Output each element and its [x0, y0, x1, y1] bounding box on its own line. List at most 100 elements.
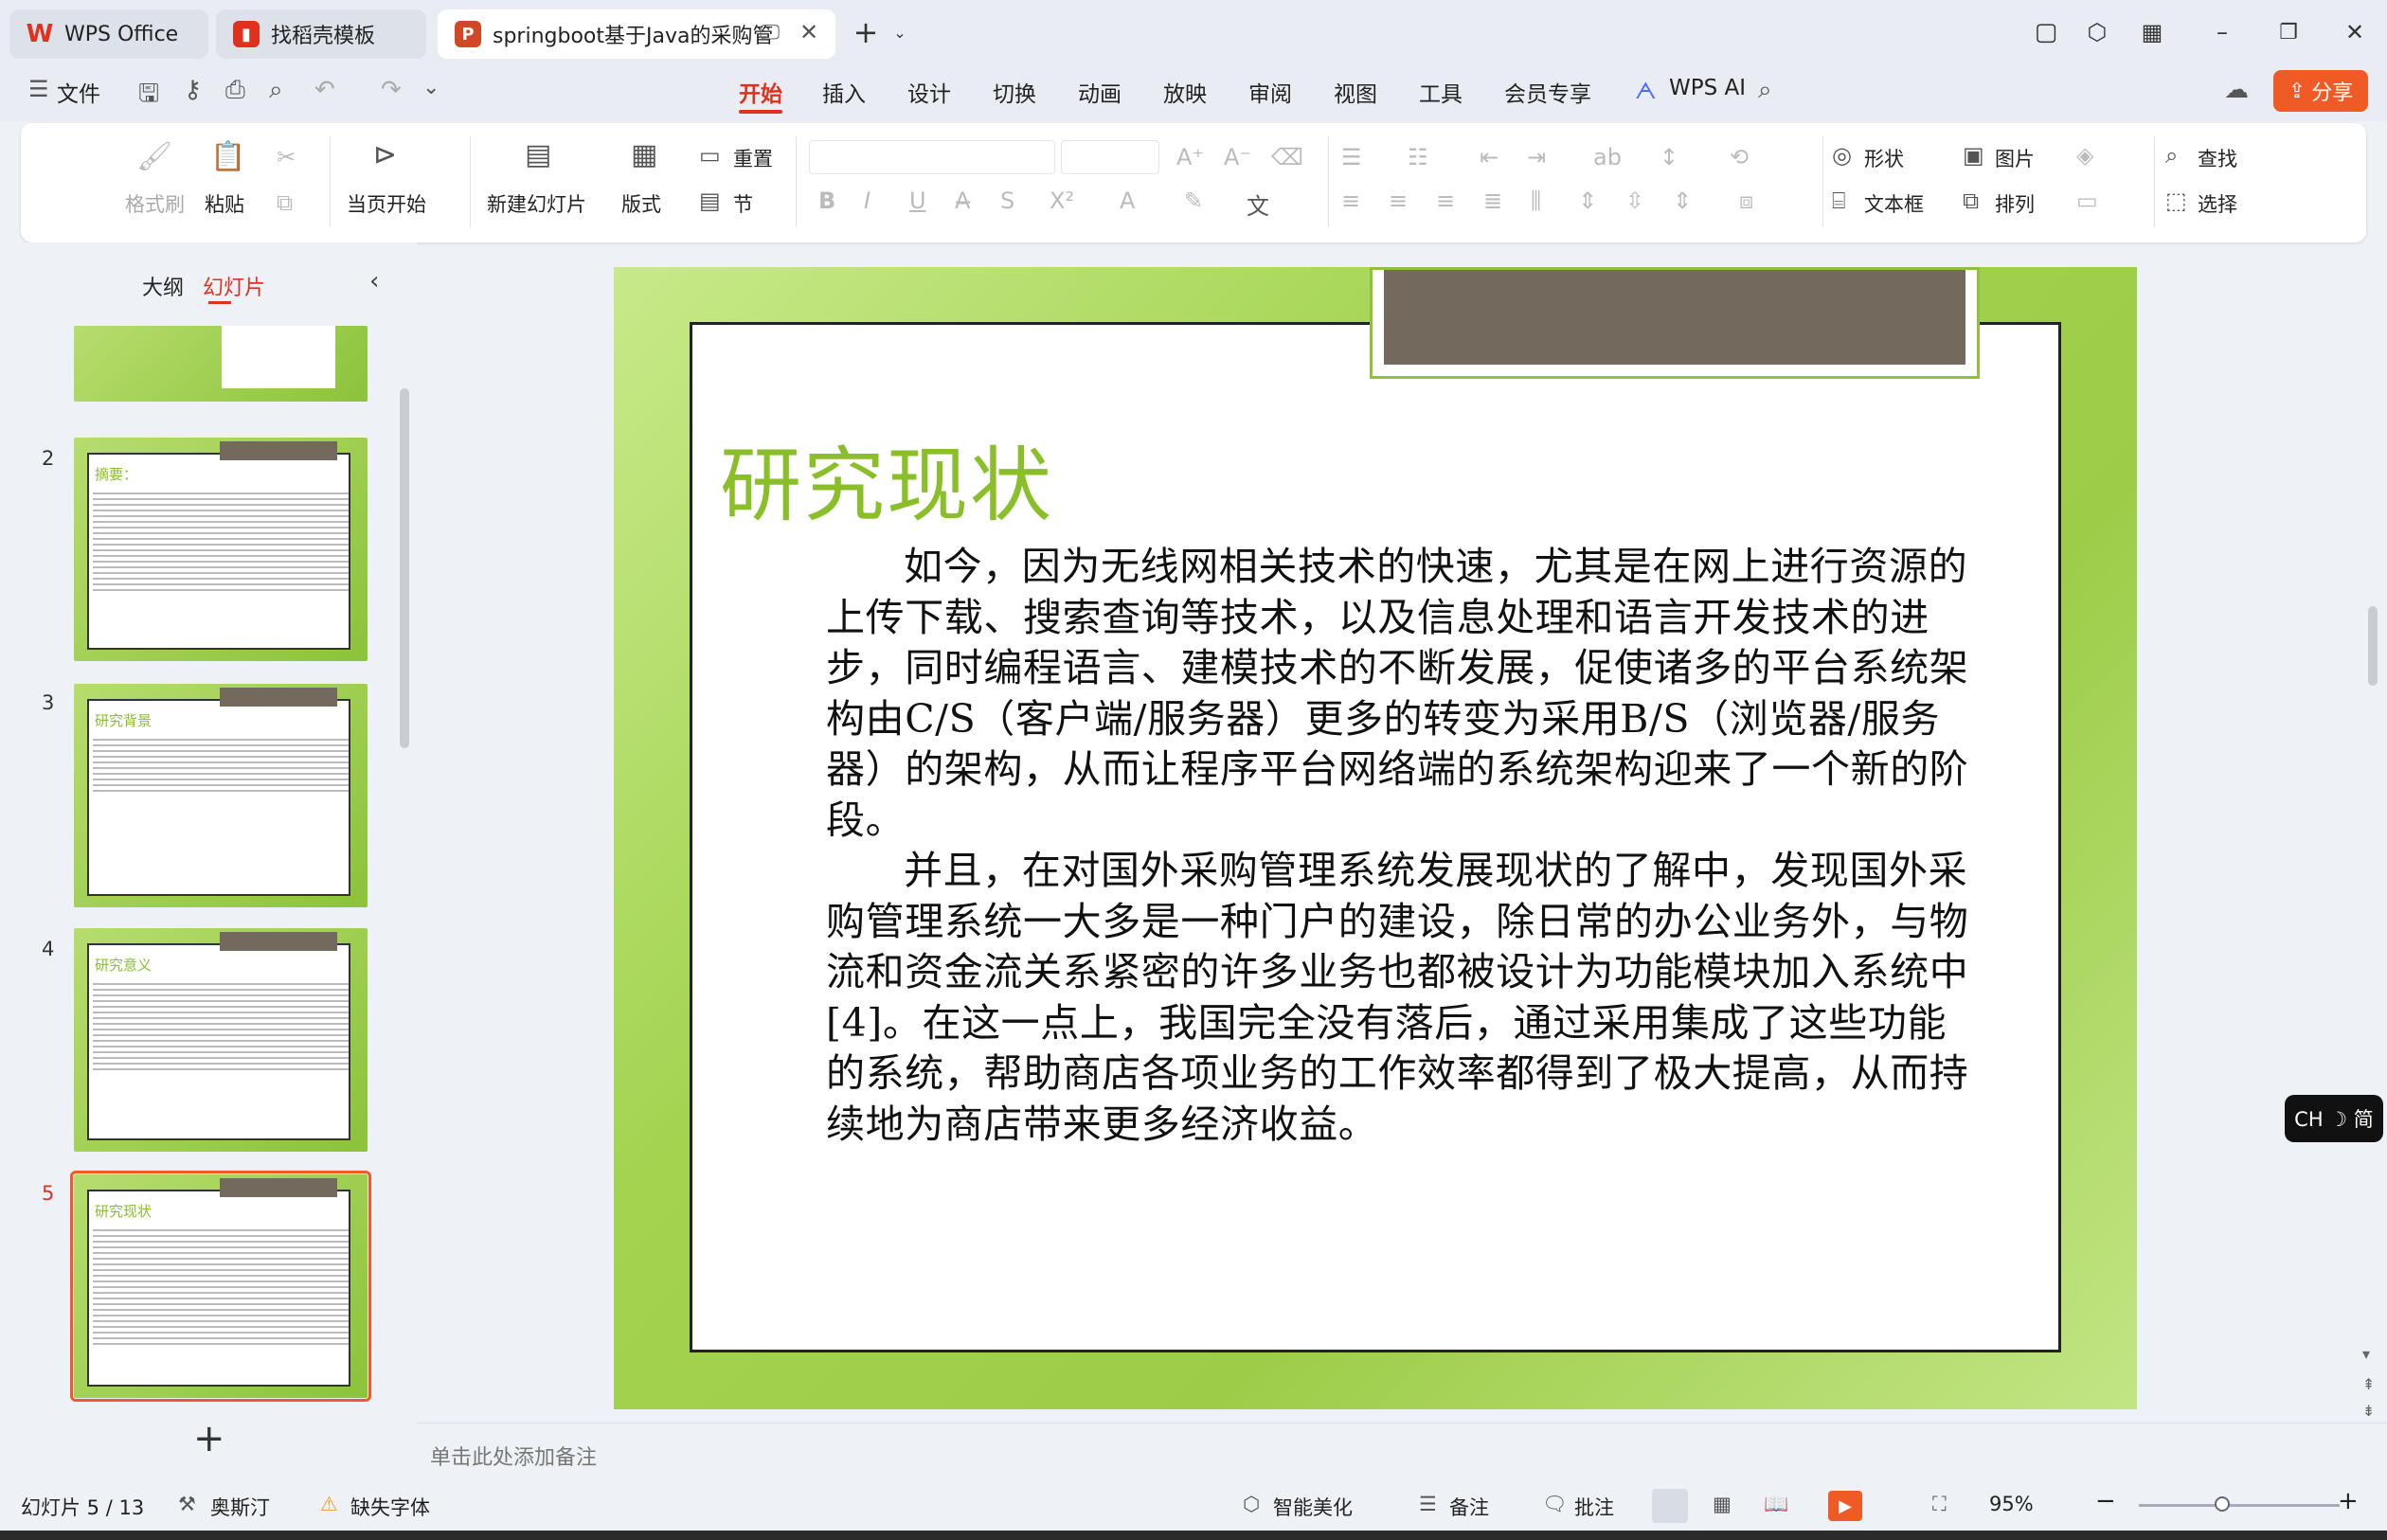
column-icon[interactable]: ⧈: [1739, 188, 1753, 214]
zoom-slider-handle[interactable]: [2215, 1496, 2230, 1512]
more-chevron-icon[interactable]: ⌄: [422, 76, 440, 99]
paste-button[interactable]: 粘贴: [205, 189, 244, 218]
layout-button[interactable]: 版式: [621, 189, 661, 218]
sorter-view-icon[interactable]: ▦: [1713, 1493, 1732, 1515]
picture-button[interactable]: 图片: [1995, 144, 2035, 172]
superscript-icon[interactable]: X²: [1050, 188, 1074, 214]
italic-icon[interactable]: I: [864, 188, 870, 214]
format-painter-button[interactable]: 格式刷: [125, 189, 185, 218]
tab-current-document[interactable]: P springboot基于Java的采购管 🖵 ✕: [438, 9, 835, 59]
bold-icon[interactable]: B: [818, 188, 835, 214]
window-layout-icon[interactable]: ▢: [2027, 13, 2065, 51]
paragraph-spacing-icon[interactable]: ⇳: [1625, 188, 1644, 214]
section-button[interactable]: 节: [733, 189, 753, 218]
normal-view-icon[interactable]: [1652, 1489, 1688, 1523]
prev-slide-icon[interactable]: ⇞: [2362, 1375, 2375, 1393]
outdent-icon[interactable]: ⇤: [1480, 144, 1499, 170]
align-center-icon[interactable]: ≡: [1389, 188, 1408, 214]
redo-icon[interactable]: ↷: [381, 76, 402, 104]
align-right-icon[interactable]: ≡: [1436, 188, 1455, 214]
text-direction-icon[interactable]: ab: [1593, 144, 1622, 170]
slide-thumbnail-3[interactable]: 研究背景: [74, 684, 368, 907]
shape-button[interactable]: 形状: [1864, 144, 1904, 172]
menu-design[interactable]: 设计: [907, 76, 951, 108]
fill-icon[interactable]: ◈: [2076, 142, 2093, 169]
font-family-select[interactable]: [809, 140, 1055, 174]
close-window-icon[interactable]: ✕: [2336, 13, 2374, 51]
zoom-out-icon[interactable]: −: [2095, 1487, 2116, 1515]
new-tab-icon[interactable]: +: [847, 13, 885, 51]
menu-transition[interactable]: 切换: [993, 76, 1036, 108]
key-icon[interactable]: ⚷: [184, 76, 202, 104]
indent-icon[interactable]: ⇥: [1527, 144, 1546, 170]
chevron-down-icon[interactable]: ⌄: [881, 13, 919, 51]
zoom-slider[interactable]: [2139, 1504, 2340, 1507]
ime-indicator[interactable]: CH ☽ 简: [2285, 1095, 2383, 1142]
add-slide-icon[interactable]: +: [193, 1417, 225, 1460]
slide-thumbnail-2[interactable]: 摘要：: [74, 438, 368, 661]
phonetic-icon[interactable]: 文: [1247, 188, 1269, 221]
missing-font-button[interactable]: 缺失字体: [350, 1493, 430, 1521]
spacing-icon[interactable]: ⇕: [1673, 188, 1692, 214]
slide-thumbnail-1[interactable]: [74, 326, 368, 402]
maximize-icon[interactable]: ❐: [2270, 13, 2307, 51]
undo-icon[interactable]: ↶: [314, 76, 335, 104]
bullets-icon[interactable]: ☰: [1341, 144, 1362, 170]
slide-thumbnail-5[interactable]: 研究现状: [70, 1171, 371, 1402]
minimize-icon[interactable]: –: [2203, 13, 2241, 51]
shrink-font-icon[interactable]: A⁻: [1224, 144, 1251, 170]
tab-wps-office[interactable]: W WPS Office: [9, 9, 208, 59]
menu-member[interactable]: 会员专享: [1504, 76, 1591, 108]
menu-animation[interactable]: 动画: [1078, 76, 1122, 108]
avatar[interactable]: ▦: [2133, 13, 2171, 51]
shadow-icon[interactable]: S: [1000, 188, 1014, 214]
from-current-button[interactable]: 当页开始: [347, 189, 426, 218]
menu-view[interactable]: 视图: [1334, 76, 1377, 108]
share-button[interactable]: ⇪ 分享: [2273, 70, 2368, 112]
reading-view-icon[interactable]: 📖: [1764, 1493, 1788, 1516]
cut-icon[interactable]: ✂: [277, 144, 296, 170]
new-slide-button[interactable]: 新建幻灯片: [487, 189, 586, 218]
menu-start[interactable]: 开始: [739, 76, 782, 108]
arrange-button[interactable]: 排列: [1995, 189, 2035, 218]
copy-icon[interactable]: ⧉: [277, 189, 293, 216]
slide-body-text[interactable]: 如今，因为无线网相关技术的快速，尤其是在网上进行资源的上传下载、搜索查询等技术，…: [826, 542, 1974, 1150]
highlight-icon[interactable]: ✎: [1184, 188, 1203, 214]
numbering-icon[interactable]: ☷: [1408, 144, 1428, 170]
reset-button[interactable]: 重置: [733, 144, 773, 172]
scroll-down-icon[interactable]: ▾: [2362, 1345, 2370, 1363]
zoom-level[interactable]: 95%: [1989, 1493, 2034, 1515]
menu-insert[interactable]: 插入: [822, 76, 866, 108]
save-icon[interactable]: 🖫: [138, 76, 159, 117]
select-button[interactable]: 选择: [2198, 189, 2237, 218]
sort-icon[interactable]: ↕: [1660, 144, 1678, 170]
justify-icon[interactable]: ≣: [1483, 188, 1502, 214]
notes-button[interactable]: 备注: [1449, 1493, 1489, 1521]
distribute-icon[interactable]: ⫼: [1531, 188, 1541, 214]
grow-font-icon[interactable]: A⁺: [1176, 144, 1204, 170]
hamburger-icon[interactable]: ☰: [28, 76, 49, 102]
outline-icon[interactable]: ▭: [2076, 188, 2098, 214]
comment-button[interactable]: 批注: [1574, 1493, 1614, 1521]
outline-tab[interactable]: 大纲: [142, 271, 184, 301]
cube-icon[interactable]: ⬡: [2078, 13, 2116, 51]
menu-file[interactable]: 文件: [57, 76, 100, 108]
slide-scrollbar[interactable]: [2368, 606, 2378, 686]
menu-slideshow[interactable]: 放映: [1163, 76, 1207, 108]
align-left-icon[interactable]: ≡: [1341, 188, 1360, 214]
convert-icon[interactable]: ⟲: [1730, 144, 1749, 170]
menu-tools[interactable]: 工具: [1419, 76, 1463, 108]
collapse-panel-icon[interactable]: ‹: [369, 267, 379, 295]
zoom-in-icon[interactable]: +: [2338, 1487, 2359, 1515]
font-color-icon[interactable]: A: [1120, 188, 1135, 214]
monitor-icon[interactable]: 🖵: [760, 21, 780, 45]
slide-thumbnail-4[interactable]: 研究意义: [74, 928, 368, 1152]
menu-review[interactable]: 审阅: [1248, 76, 1292, 108]
next-slide-icon[interactable]: ⇟: [2362, 1402, 2375, 1420]
underline-icon[interactable]: U: [909, 188, 926, 214]
strikethrough-icon[interactable]: A̶: [955, 188, 970, 214]
slide-canvas[interactable]: 研究现状 如今，因为无线网相关技术的快速，尤其是在网上进行资源的上传下载、搜索查…: [614, 267, 2137, 1409]
notes-pane[interactable]: 单击此处添加备注: [417, 1423, 2387, 1479]
fit-window-icon[interactable]: ⛶: [1932, 1493, 1947, 1516]
line-spacing-icon[interactable]: ⇕: [1578, 188, 1597, 214]
